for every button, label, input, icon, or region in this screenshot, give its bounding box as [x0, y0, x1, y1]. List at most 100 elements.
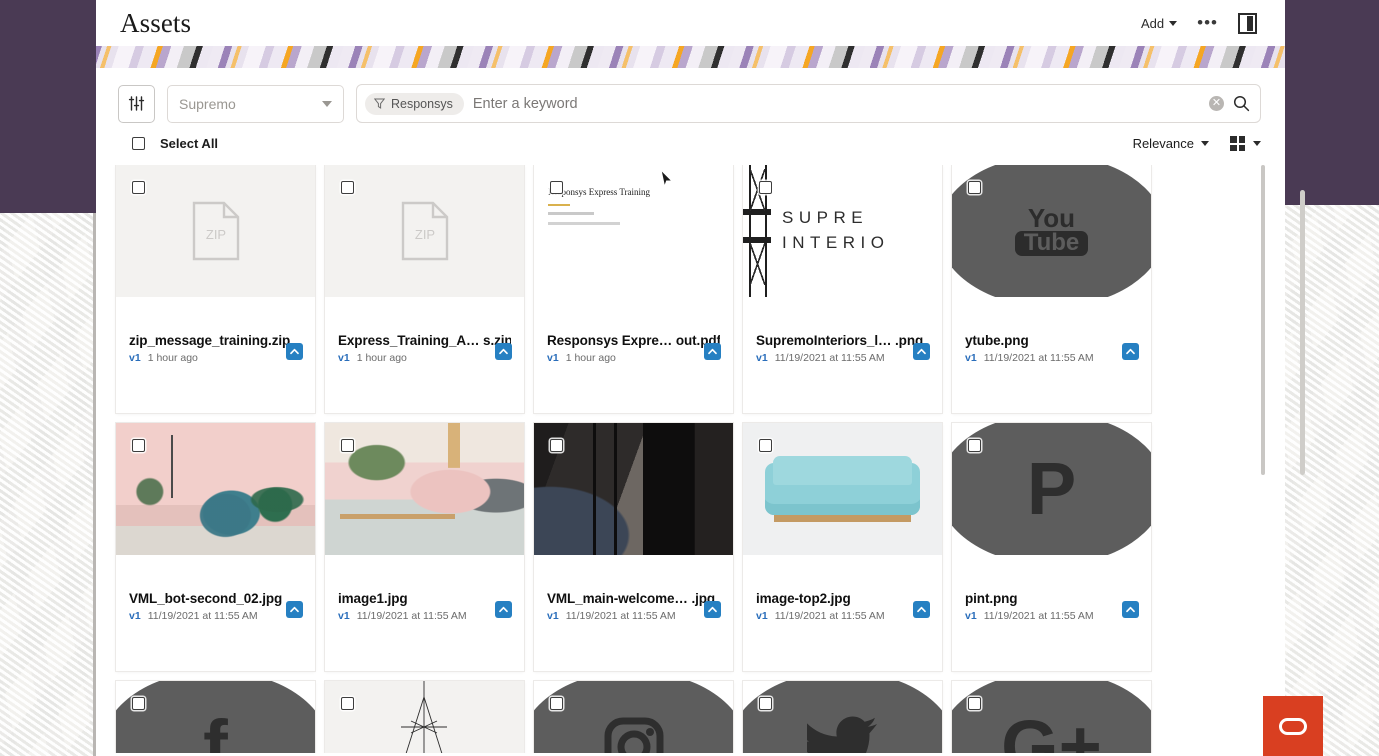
- asset-thumbnail: G+: [952, 681, 1151, 753]
- asset-card[interactable]: SUPRE INTERIO SupremoInteriors_l… .png v1…: [743, 165, 942, 413]
- pdf-preview-title: Responsys Express Training: [548, 187, 651, 197]
- support-launcher-button[interactable]: [1263, 696, 1323, 756]
- sort-control[interactable]: Relevance: [1133, 136, 1209, 151]
- asset-select-checkbox[interactable]: [550, 439, 563, 452]
- asset-select-checkbox[interactable]: [341, 181, 354, 194]
- split-panel-icon[interactable]: [1238, 12, 1257, 34]
- asset-meta: SupremoInteriors_l… .png v1 11/19/2021 at…: [743, 333, 942, 413]
- asset-version: v1: [756, 352, 768, 364]
- asset-modified: 11/19/2021 at 11:55 AM: [774, 610, 885, 622]
- line-drawing-icon: [401, 681, 447, 753]
- select-all-label: Select All: [160, 136, 219, 151]
- asset-thumbnail: P: [952, 423, 1151, 555]
- asset-select-checkbox[interactable]: [550, 697, 563, 710]
- asset-select-checkbox[interactable]: [550, 181, 563, 194]
- twitter-logo-icon: [743, 681, 942, 753]
- asset-modified: 11/19/2021 at 11:55 AM: [147, 610, 258, 622]
- asset-card[interactable]: VML_bot-second_02.jpg v1 11/19/2021 at 11…: [116, 423, 315, 671]
- search-icon[interactable]: [1233, 95, 1250, 112]
- purple-band-right: [1284, 0, 1379, 205]
- chevron-up-badge[interactable]: [913, 343, 930, 360]
- zip-file-icon: ZIP: [192, 201, 239, 261]
- asset-card[interactable]: image1.jpg v111/19/2021 at 11:55 AM Imag…: [325, 423, 524, 671]
- asset-modified: 11/19/2021 at 11:55 AM: [774, 352, 885, 364]
- search-input[interactable]: [472, 95, 1200, 112]
- sofa-photo: [743, 423, 942, 555]
- asset-card[interactable]: P pint.png v111/19/2021 at 11:55 AM Imag…: [952, 423, 1151, 671]
- more-options-icon[interactable]: •••: [1197, 14, 1218, 31]
- folder-select[interactable]: Supremo: [167, 84, 344, 123]
- chevron-up-badge[interactable]: [495, 343, 512, 360]
- asset-version: v1: [965, 352, 977, 364]
- chevron-up-badge[interactable]: [1122, 343, 1139, 360]
- chevron-up-badge[interactable]: [1122, 601, 1139, 618]
- asset-subinfo: v1 11/19/2021 at 11:55 AM: [547, 610, 720, 622]
- chevron-up-badge[interactable]: [704, 601, 721, 618]
- asset-version: v1: [547, 352, 559, 364]
- asset-grid-scrollbar[interactable]: [1261, 165, 1265, 475]
- asset-select-checkbox[interactable]: [968, 181, 981, 194]
- asset-name: pint.png: [965, 591, 1018, 606]
- asset-card[interactable]: Responsys Express Training Responsys Exp…: [534, 165, 733, 413]
- asset-card[interactable]: [534, 681, 733, 753]
- asset-card[interactable]: image-top2.jpg v1 11/19/2021 at 11:55 AM …: [743, 423, 942, 671]
- bedroom-photo: [325, 423, 524, 555]
- add-button-label: Add: [1141, 15, 1165, 31]
- asset-thumbnail: [743, 681, 942, 753]
- asset-name: SupremoInteriors_l… .png: [756, 333, 924, 348]
- sliders-icon[interactable]: [118, 84, 155, 123]
- filter-funnel-icon: [374, 98, 385, 109]
- header-actions: Add •••: [1141, 12, 1257, 34]
- asset-card[interactable]: ZIP Express_Training_A… s.zip v1 1 hour a…: [325, 165, 524, 413]
- asset-select-checkbox[interactable]: [968, 439, 981, 452]
- asset-select-checkbox[interactable]: [968, 697, 981, 710]
- supremo-logo-preview: SUPRE INTERIO: [743, 165, 942, 297]
- clear-icon[interactable]: ✕: [1209, 96, 1224, 111]
- asset-subinfo: v1 1 hour ago: [547, 352, 720, 364]
- asset-select-checkbox[interactable]: [132, 697, 145, 710]
- filter-chip-responsys[interactable]: Responsys: [365, 92, 464, 115]
- asset-card[interactable]: f: [116, 681, 315, 753]
- subbar-right: Relevance: [1133, 136, 1261, 151]
- page-background-left: [0, 0, 96, 756]
- asset-meta: zip_message_training.zip v11 hour ago Fi…: [116, 333, 315, 413]
- asset-select-checkbox[interactable]: [759, 439, 772, 452]
- asset-select-checkbox[interactable]: [341, 697, 354, 710]
- chevron-up-badge[interactable]: [286, 601, 303, 618]
- asset-meta: Express_Training_A… s.zip v11 hour ago F…: [325, 333, 524, 413]
- asset-modified: 1 hour ago: [356, 352, 407, 364]
- pinterest-logo-icon: P: [952, 423, 1151, 555]
- view-mode-control[interactable]: [1230, 136, 1261, 151]
- asset-card[interactable]: ZIP zip_message_training.zip v1 1 hour ag…: [116, 165, 315, 413]
- asset-select-checkbox[interactable]: [341, 439, 354, 452]
- asset-select-checkbox[interactable]: [132, 181, 145, 194]
- asset-select-checkbox[interactable]: [132, 439, 145, 452]
- asset-card[interactable]: You Tube ytube.png v1 11/19/2021 at 11:55…: [952, 165, 1151, 413]
- texture-pattern-right: [1284, 205, 1379, 756]
- chevron-down-icon: [1169, 20, 1178, 26]
- select-all-checkbox[interactable]: [132, 137, 145, 150]
- chevron-up-badge[interactable]: [913, 601, 930, 618]
- facebook-logo-icon: f: [116, 681, 315, 753]
- chevron-up-badge[interactable]: [495, 601, 512, 618]
- pdf-rule: [548, 204, 570, 206]
- add-button[interactable]: Add: [1141, 15, 1178, 31]
- asset-select-checkbox[interactable]: [759, 181, 772, 194]
- asset-thumbnail: [534, 681, 733, 753]
- asset-card[interactable]: VML_main-welcome… .jpg v1 11/19/2021 at 1…: [534, 423, 733, 671]
- oracle-support-icon: [1279, 717, 1307, 735]
- sort-label: Relevance: [1132, 136, 1194, 151]
- asset-select-checkbox[interactable]: [759, 697, 772, 710]
- asset-card[interactable]: [743, 681, 942, 753]
- asset-meta: image1.jpg v111/19/2021 at 11:55 AM Imag…: [325, 591, 524, 671]
- texture-pattern-left: [0, 213, 96, 756]
- asset-card[interactable]: [325, 681, 524, 753]
- chevron-up-badge[interactable]: [286, 343, 303, 360]
- asset-subinfo: v1 11/19/2021 at 11:55 AM: [756, 352, 929, 364]
- asset-card[interactable]: G+: [952, 681, 1151, 753]
- pdf-line: [548, 212, 594, 215]
- page-scrollbar[interactable]: [1300, 190, 1305, 475]
- chevron-up-badge[interactable]: [704, 343, 721, 360]
- folder-select-value: Supremo: [179, 95, 236, 112]
- asset-subinfo: v1 1 hour ago: [338, 352, 511, 364]
